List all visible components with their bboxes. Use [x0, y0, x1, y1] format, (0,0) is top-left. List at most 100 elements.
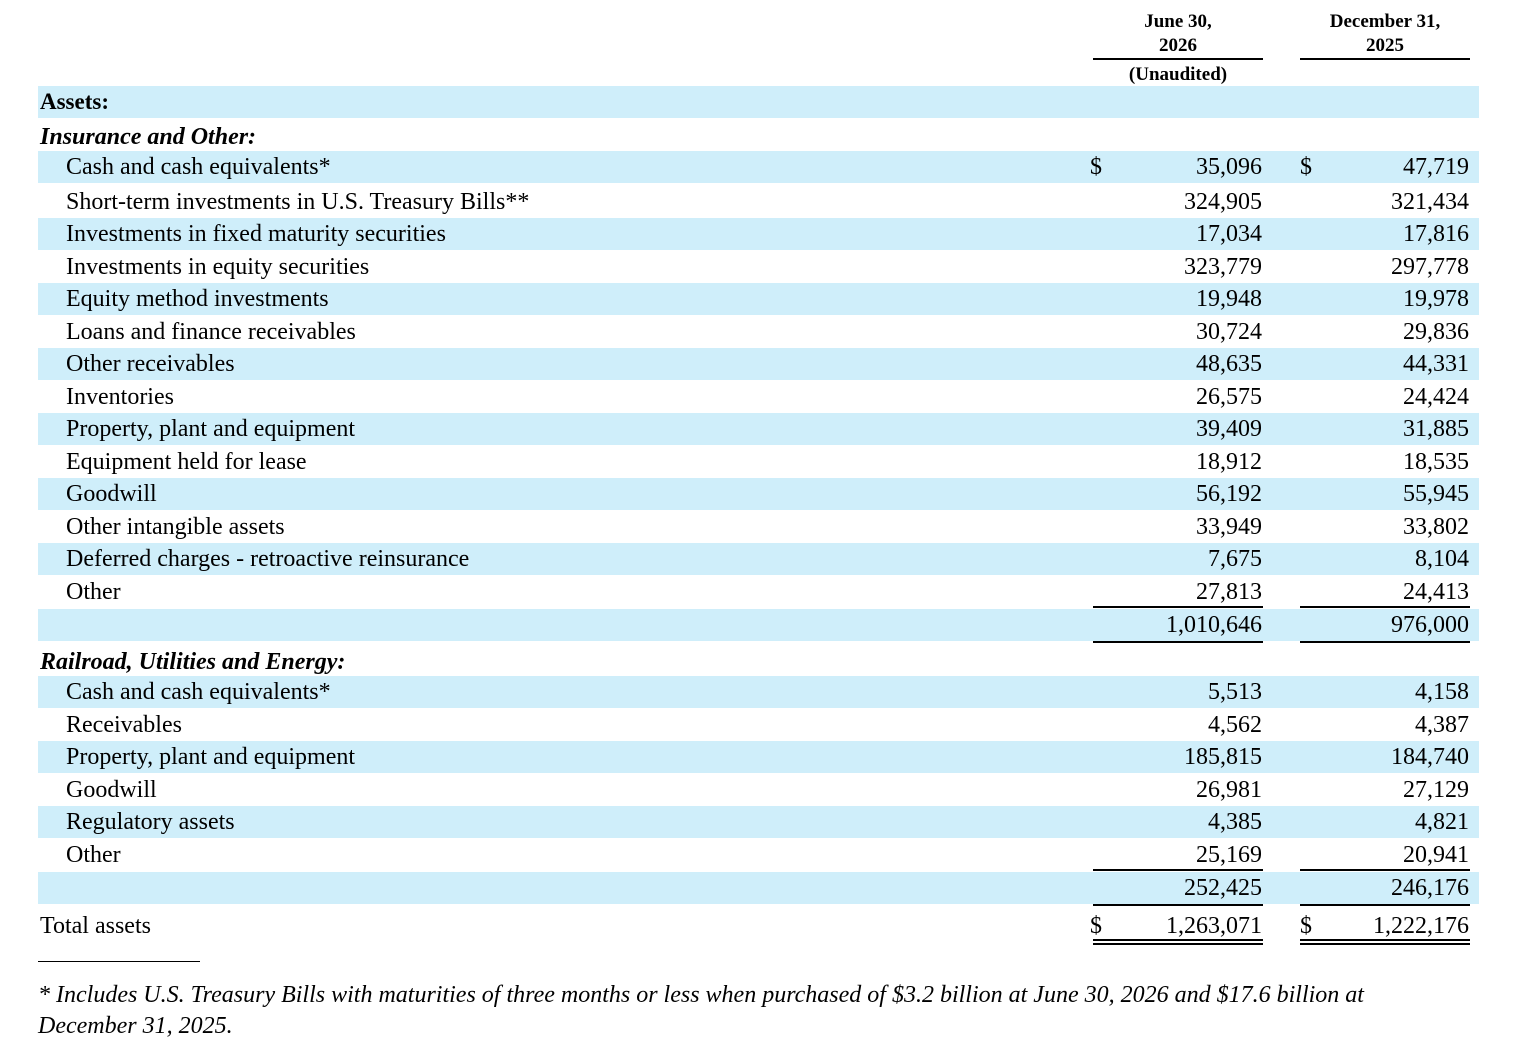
row-label: Investments in fixed maturity securities: [66, 221, 446, 247]
table-row: Equity method investments 19,948 19,978: [38, 283, 1479, 315]
column-header-dec-2025: December 31, 2025: [1300, 10, 1470, 58]
row-label: Other intangible assets: [66, 514, 285, 540]
value-dec-2025: 47,719: [1403, 154, 1469, 180]
table-row: Equipment held for lease 18,912 18,535: [38, 446, 1479, 478]
value-jun-2026: 56,192: [1196, 481, 1262, 507]
value-dec-2025: 24,424: [1403, 384, 1469, 410]
subtotal-underline: [1093, 641, 1263, 643]
table-row: Investments in fixed maturity securities…: [38, 218, 1479, 250]
value-jun-2026: 7,675: [1208, 546, 1262, 572]
value-jun-2026: 19,948: [1196, 286, 1262, 312]
row-label: Cash and cash equivalents*: [66, 154, 331, 180]
value-dec-2025: 4,821: [1415, 809, 1469, 835]
total-double-underline: [1300, 943, 1470, 945]
subtotal-jun-2026: 252,425: [1184, 875, 1262, 901]
insurance-heading: Insurance and Other:: [40, 124, 257, 150]
value-dec-2025: 8,104: [1415, 546, 1469, 572]
railroad-heading-row: Railroad, Utilities and Energy:: [38, 646, 1479, 678]
table-row: Goodwill 56,192 55,945: [38, 478, 1479, 510]
row-label: Receivables: [66, 712, 182, 738]
row-label: Investments in equity securities: [66, 254, 370, 280]
row-label: Goodwill: [66, 481, 157, 507]
subtotal-jun-2026: 1,010,646: [1166, 612, 1262, 638]
column-header-june-2026-line1: June 30,: [1144, 11, 1212, 32]
row-label: Property, plant and equipment: [66, 744, 356, 770]
railroad-heading: Railroad, Utilities and Energy:: [40, 649, 346, 675]
assets-heading-row: Assets:: [38, 86, 1479, 118]
column-header-dec-2025-line2: 2025: [1366, 35, 1404, 56]
table-row: Goodwill 26,981 27,129: [38, 774, 1479, 806]
total-double-underline: [1093, 943, 1263, 945]
column-header-june-2026-line2: 2026: [1159, 35, 1197, 56]
value-dec-2025: 4,387: [1415, 712, 1469, 738]
value-dec-2025: 17,816: [1403, 221, 1469, 247]
table-row: Short-term investments in U.S. Treasury …: [38, 186, 1479, 218]
column-header-dec-2025-line1: December 31,: [1329, 11, 1441, 32]
value-dec-2025: 33,802: [1403, 514, 1469, 540]
insurance-subtotal-row: 1,010,646 976,000: [38, 609, 1479, 641]
value-jun-2026: 39,409: [1196, 416, 1262, 442]
table-row: Property, plant and equipment 185,815 18…: [38, 741, 1479, 773]
row-label: Regulatory assets: [66, 809, 235, 835]
table-row: Cash and cash equivalents* $ 35,096 $ 47…: [38, 151, 1479, 183]
subtotal-dec-2025: 976,000: [1391, 612, 1469, 638]
row-label: Loans and finance receivables: [66, 319, 356, 345]
table-row: Regulatory assets 4,385 4,821: [38, 806, 1479, 838]
value-jun-2026: 30,724: [1196, 319, 1262, 345]
value-jun-2026: 48,635: [1196, 351, 1262, 377]
column-header-dec-2025-rule: [1300, 58, 1470, 60]
value-jun-2026: 35,096: [1196, 154, 1262, 180]
assets-heading: Assets:: [40, 89, 109, 114]
total-dec-2025: 1,222,176: [1373, 913, 1469, 939]
row-label: Other receivables: [66, 351, 235, 377]
table-row: Other intangible assets 33,949 33,802: [38, 511, 1479, 543]
value-jun-2026: 17,034: [1196, 221, 1262, 247]
subtotal-dec-2025: 246,176: [1391, 875, 1469, 901]
total-assets-row: Total assets $ 1,263,071 $ 1,222,176: [38, 910, 1479, 942]
value-dec-2025: 297,778: [1391, 254, 1469, 280]
railroad-subtotal-row: 252,425 246,176: [38, 872, 1479, 904]
table-row: Inventories 26,575 24,424: [38, 381, 1479, 413]
value-jun-2026: 4,385: [1208, 809, 1262, 835]
subtotal-rule: [1093, 606, 1263, 608]
row-label: Goodwill: [66, 777, 157, 803]
row-label: Deferred charges - retroactive reinsuran…: [66, 546, 470, 572]
value-dec-2025: 29,836: [1403, 319, 1469, 345]
table-row: Cash and cash equivalents* 5,513 4,158: [38, 676, 1479, 708]
table-row: Other receivables 48,635 44,331: [38, 348, 1479, 380]
value-dec-2025: 27,129: [1403, 777, 1469, 803]
row-label: Other: [66, 579, 121, 605]
column-header-unaudited: (Unaudited): [1128, 64, 1228, 85]
value-jun-2026: 4,562: [1208, 712, 1262, 738]
table-row: Property, plant and equipment 39,409 31,…: [38, 413, 1479, 445]
table-row: Receivables 4,562 4,387: [38, 709, 1479, 741]
total-assets-label: Total assets: [40, 913, 151, 939]
insurance-heading-row: Insurance and Other:: [38, 121, 1479, 153]
value-jun-2026: 27,813: [1196, 579, 1262, 605]
row-label: Other: [66, 842, 121, 868]
value-jun-2026: 185,815: [1184, 744, 1262, 770]
subtotal-rule: [1093, 869, 1263, 871]
subtotal-underline: [1300, 904, 1470, 906]
value-jun-2026: 5,513: [1208, 679, 1262, 705]
total-double-underline: [1300, 939, 1470, 941]
table-row: Investments in equity securities 323,779…: [38, 251, 1479, 283]
value-dec-2025: 4,158: [1415, 679, 1469, 705]
footnote: * Includes U.S. Treasury Bills with matu…: [38, 982, 1364, 1039]
row-label: Short-term investments in U.S. Treasury …: [66, 189, 530, 215]
subtotal-underline: [1300, 641, 1470, 643]
value-dec-2025: 19,978: [1403, 286, 1469, 312]
table-row: Other 27,813 24,413: [38, 576, 1479, 608]
table-row: Other 25,169 20,941: [38, 839, 1479, 871]
value-dec-2025: 31,885: [1403, 416, 1469, 442]
value-dec-2025: 44,331: [1403, 351, 1469, 377]
total-jun-2026: 1,263,071: [1166, 913, 1262, 939]
value-dec-2025: 184,740: [1391, 744, 1469, 770]
row-label: Inventories: [66, 384, 174, 410]
footnote-rule: [38, 961, 200, 962]
value-jun-2026: 324,905: [1184, 189, 1262, 215]
value-jun-2026: 323,779: [1184, 254, 1262, 280]
row-label: Property, plant and equipment: [66, 416, 356, 442]
total-double-underline: [1093, 939, 1263, 941]
row-label: Equipment held for lease: [66, 449, 307, 475]
